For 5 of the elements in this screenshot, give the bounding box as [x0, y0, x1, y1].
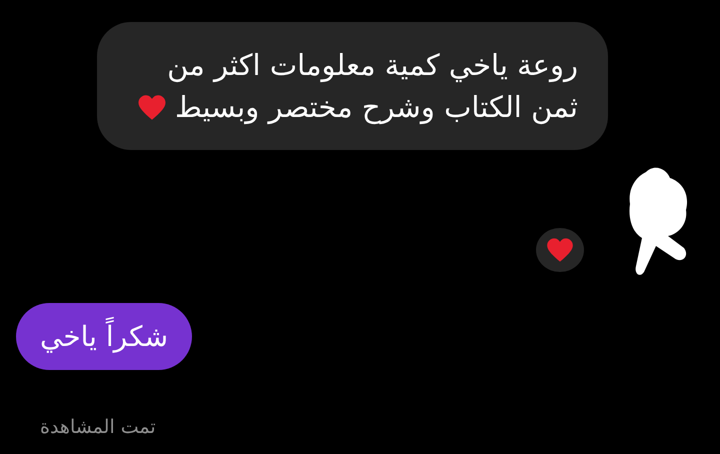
heart-icon — [546, 237, 574, 263]
message-bubble: شكراً ياخي — [16, 303, 192, 370]
heart-icon — [137, 94, 168, 121]
seen-status: تمت المشاهدة — [40, 416, 156, 438]
message-text: روعة ياخي كمية معلومات اكثر من ثمن الكتاب وشرح مختصر وبسيط — [167, 48, 578, 124]
